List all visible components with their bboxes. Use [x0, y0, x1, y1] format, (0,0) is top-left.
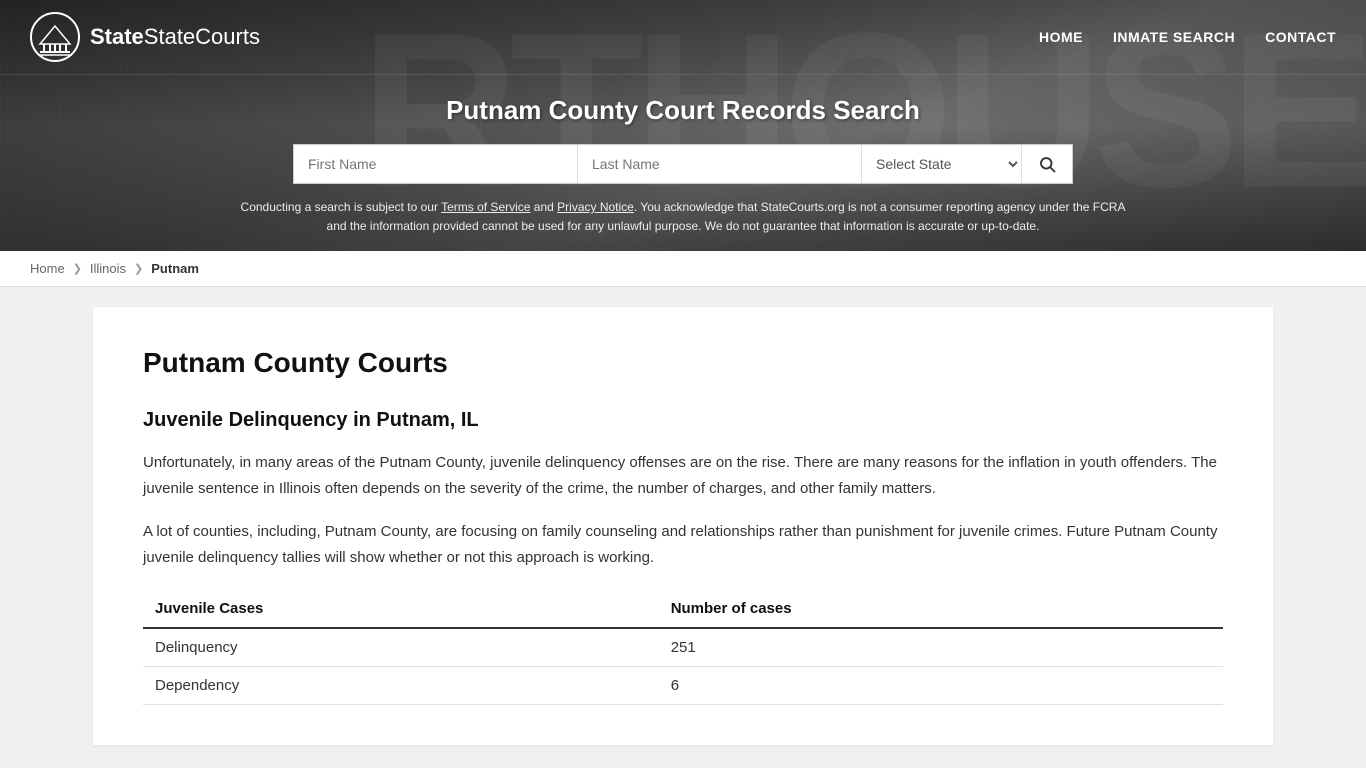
site-header: RTHOUSE [0, 0, 1366, 251]
hero-section: Putnam County Court Records Search Selec… [0, 75, 1366, 251]
breadcrumb-state[interactable]: Illinois [90, 261, 126, 276]
table-col2-header: Number of cases [659, 590, 1223, 628]
table-col1-header: Juvenile Cases [143, 590, 659, 628]
breadcrumb-arrow-1: ❯ [73, 262, 82, 275]
logo-text: StateStateCourts [90, 24, 260, 50]
disclaimer-text: Conducting a search is subject to our Te… [233, 198, 1133, 236]
search-icon [1038, 155, 1056, 173]
body-paragraph-1: Unfortunately, in many areas of the Putn… [143, 450, 1223, 501]
nav-home[interactable]: HOME [1039, 24, 1083, 50]
table-cell-label: Delinquency [143, 628, 659, 667]
body-paragraph-2: A lot of counties, including, Putnam Cou… [143, 519, 1223, 570]
table-row: Delinquency 251 [143, 628, 1223, 667]
header-content-wrapper: StateStateCourts HOME INMATE SEARCH CONT… [0, 0, 1366, 251]
privacy-link[interactable]: Privacy Notice [557, 200, 634, 214]
hero-title: Putnam County Court Records Search [20, 95, 1346, 126]
nav-contact[interactable]: CONTACT [1265, 24, 1336, 50]
table-cell-value: 251 [659, 628, 1223, 667]
nav-links: HOME INMATE SEARCH CONTACT [1039, 24, 1336, 50]
breadcrumb-arrow-2: ❯ [134, 262, 143, 275]
navbar: StateStateCourts HOME INMATE SEARCH CONT… [0, 0, 1366, 75]
first-name-input[interactable] [294, 145, 578, 183]
search-button[interactable] [1022, 145, 1072, 183]
state-select[interactable]: Select State Alabama Alaska Arizona Arka… [862, 145, 1022, 183]
page-title: Putnam County Courts [143, 347, 1223, 379]
search-bar: Select State Alabama Alaska Arizona Arka… [20, 144, 1346, 184]
breadcrumb-current: Putnam [151, 261, 199, 276]
content-card: Putnam County Courts Juvenile Delinquenc… [93, 307, 1273, 745]
logo-icon [30, 12, 80, 62]
juvenile-cases-table: Juvenile Cases Number of cases Delinquen… [143, 590, 1223, 705]
site-logo[interactable]: StateStateCourts [30, 12, 260, 62]
breadcrumb-home[interactable]: Home [30, 261, 65, 276]
last-name-input[interactable] [578, 145, 862, 183]
terms-link[interactable]: Terms of Service [441, 200, 530, 214]
table-cell-value: 6 [659, 667, 1223, 705]
section-title: Juvenile Delinquency in Putnam, IL [143, 409, 1223, 432]
page-wrapper: Putnam County Courts Juvenile Delinquenc… [0, 287, 1366, 765]
search-input-group: Select State Alabama Alaska Arizona Arka… [293, 144, 1073, 184]
table-row: Dependency 6 [143, 667, 1223, 705]
table-cell-label: Dependency [143, 667, 659, 705]
nav-inmate-search[interactable]: INMATE SEARCH [1113, 24, 1235, 50]
breadcrumb: Home ❯ Illinois ❯ Putnam [0, 251, 1366, 287]
